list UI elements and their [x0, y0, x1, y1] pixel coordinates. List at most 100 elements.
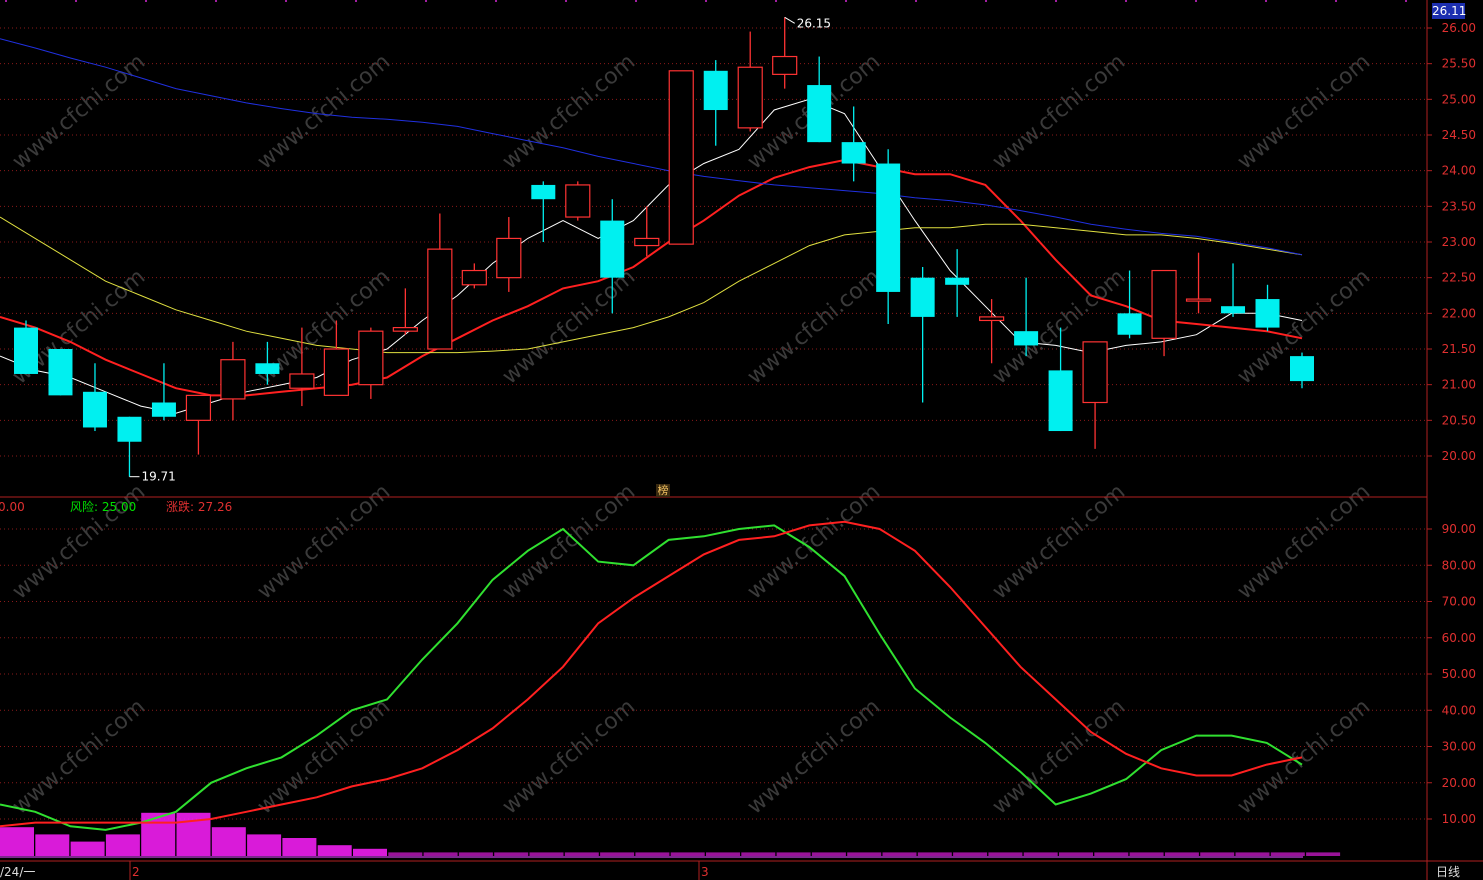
volume-bar	[141, 812, 176, 856]
candle[interactable]	[151, 363, 176, 421]
candle-body	[48, 349, 73, 396]
watermark-text: www.cfchi.com	[498, 479, 640, 604]
candle-body	[1290, 356, 1314, 382]
volume-bar	[635, 852, 670, 856]
candle[interactable]	[945, 249, 970, 317]
candle[interactable]	[14, 320, 38, 374]
candle[interactable]	[427, 213, 453, 350]
candle-body	[668, 70, 694, 245]
volume-bar	[1023, 852, 1058, 856]
volume-bar	[529, 852, 564, 856]
candle[interactable]	[220, 341, 246, 421]
volume-bar	[988, 852, 1023, 856]
candle[interactable]	[392, 288, 418, 335]
indicator-tick-label: 70.00	[1442, 595, 1476, 609]
candle-body	[1082, 341, 1108, 404]
top-marker	[1335, 0, 1337, 2]
watermark-text: www.cfchi.com	[1233, 694, 1375, 819]
candle[interactable]	[1255, 284, 1280, 332]
candle-body	[600, 220, 625, 278]
candle-body	[841, 142, 866, 164]
month-label: 3	[701, 865, 709, 879]
top-marker	[425, 0, 427, 2]
candle-body	[1255, 299, 1280, 328]
candle[interactable]	[910, 266, 935, 403]
watermark-text: www.cfchi.com	[8, 694, 150, 819]
candle[interactable]	[565, 181, 591, 221]
indicator-tick-label: 50.00	[1442, 667, 1476, 681]
volume-bar	[353, 848, 387, 856]
candle-body	[220, 359, 246, 400]
candle[interactable]	[1082, 341, 1108, 449]
candle[interactable]	[1290, 352, 1314, 389]
bang-badge[interactable]: 榜	[656, 484, 670, 497]
candle-body	[1117, 313, 1142, 335]
candle[interactable]	[1151, 269, 1177, 357]
candle[interactable]	[841, 106, 866, 182]
candle[interactable]	[358, 327, 384, 399]
risk-line	[0, 524, 1303, 831]
candlesticks[interactable]	[14, 17, 1314, 477]
volume-bar	[953, 852, 988, 856]
candle-body	[151, 402, 176, 417]
last-price-badge: 26.11	[1432, 3, 1467, 19]
candle-body	[565, 184, 591, 218]
volume-bar	[882, 852, 917, 856]
month-markers: 23	[129, 861, 709, 880]
candle-body	[82, 391, 107, 428]
volume-bar	[388, 852, 423, 856]
candle-body	[427, 248, 453, 350]
candle[interactable]	[737, 31, 763, 132]
candle-body	[185, 394, 212, 421]
watermark-text: www.cfchi.com	[498, 264, 640, 389]
stock-chart[interactable]: www.cfchi.com www.cfchi.com www.cfchi.com w…	[0, 0, 1483, 880]
volume-bar	[1059, 852, 1093, 856]
watermark-text: www.cfchi.com	[253, 694, 395, 819]
legend-item: 0.00	[0, 500, 25, 514]
candle-body	[772, 55, 798, 75]
price-tick-label: 25.00	[1442, 92, 1476, 106]
candle[interactable]	[117, 416, 142, 477]
candle[interactable]	[1221, 263, 1246, 317]
indicator-tick-label: 80.00	[1442, 558, 1476, 572]
candle[interactable]	[48, 349, 73, 396]
candle-body	[876, 163, 901, 292]
candle[interactable]	[1014, 277, 1039, 357]
volume-bar	[211, 827, 246, 856]
candle[interactable]	[703, 60, 728, 146]
top-marker	[1265, 0, 1267, 2]
candle[interactable]	[461, 263, 487, 289]
price-tick-label: 20.00	[1442, 449, 1476, 463]
period-label[interactable]: 日线	[1436, 863, 1460, 880]
price-tick-label: 22.50	[1442, 271, 1476, 285]
volume-bar	[282, 838, 317, 856]
candle-body	[289, 373, 315, 389]
volume-bar	[1306, 852, 1341, 856]
volume-bar	[1129, 852, 1164, 856]
candle-body	[323, 348, 349, 396]
indicator-tick-label: 20.00	[1442, 776, 1476, 790]
top-marker	[285, 0, 287, 2]
candle[interactable]	[185, 394, 212, 455]
top-marker	[705, 0, 707, 2]
price-tick-label: 22.00	[1442, 306, 1476, 320]
volume-bar	[1235, 852, 1270, 856]
candle-body	[531, 184, 556, 200]
candle[interactable]	[531, 181, 556, 242]
candle[interactable]	[807, 56, 832, 143]
price-tick-label: 23.50	[1442, 199, 1476, 213]
candle-body	[1221, 306, 1246, 314]
candle[interactable]	[496, 217, 522, 292]
watermark-text: www.cfchi.com	[253, 49, 395, 174]
candle[interactable]	[668, 70, 694, 245]
candle-body	[1048, 370, 1073, 432]
candle[interactable]	[634, 206, 660, 257]
candle-body	[979, 316, 1005, 322]
candle[interactable]	[82, 363, 107, 432]
candle-body	[634, 237, 660, 247]
candle-body	[358, 330, 384, 386]
candle[interactable]	[876, 149, 901, 325]
candle[interactable]	[979, 299, 1005, 364]
candle[interactable]	[1185, 252, 1212, 314]
watermark-text: www.cfchi.com	[743, 479, 885, 604]
